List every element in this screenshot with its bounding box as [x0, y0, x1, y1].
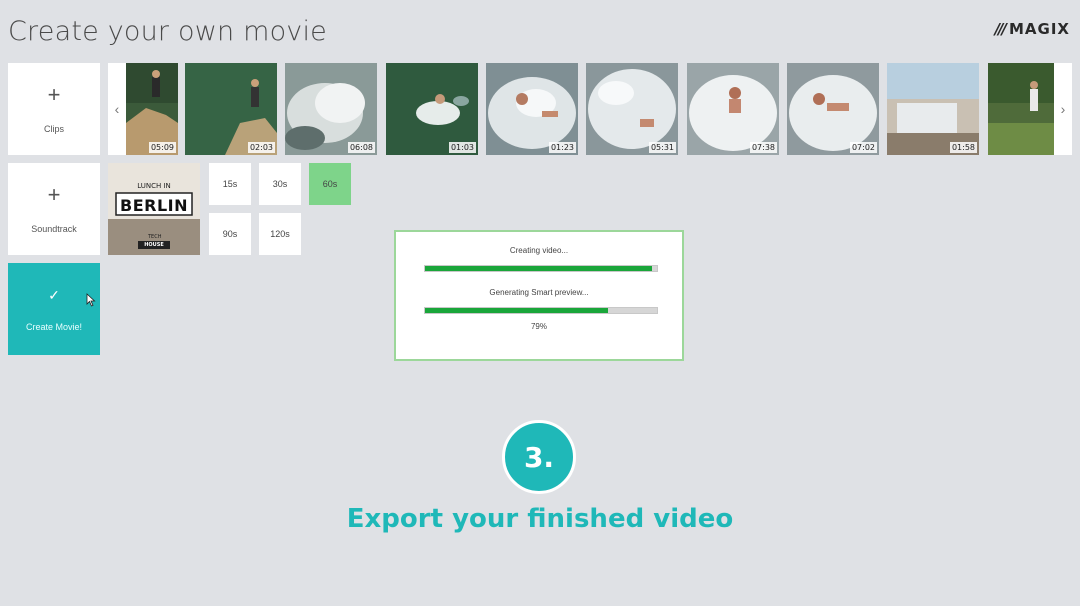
plus-icon: +	[47, 182, 61, 207]
duration-120s-button[interactable]: 120s	[259, 213, 301, 255]
duration-label: 120s	[270, 229, 290, 239]
soundtrack-cover-title: BERLIN	[120, 196, 188, 215]
duration-label: 15s	[222, 179, 238, 189]
clips-next-button[interactable]: ›	[1054, 63, 1072, 155]
clip-duration: 01:23	[548, 142, 576, 153]
logo-text: MAGIX	[1009, 20, 1070, 38]
clip-duration: 07:38	[749, 142, 777, 153]
plus-icon: +	[47, 82, 61, 107]
smart-preview-progress-bar	[424, 307, 658, 314]
soundtrack-label: Soundtrack	[31, 224, 77, 234]
clip-duration: 05:31	[648, 142, 676, 153]
clips-label: Clips	[43, 124, 64, 134]
page-title: Create your own movie	[8, 16, 327, 47]
soundtrack-cover-top-text: LUNCH IN	[137, 182, 171, 190]
create-movie-label: Create Movie!	[25, 321, 83, 332]
duration-15s-button[interactable]: 15s	[209, 163, 251, 205]
clip-duration: 07:02	[849, 142, 877, 153]
clip-duration: 06:08	[347, 142, 375, 153]
mouse-cursor-icon	[86, 293, 96, 310]
creating-video-progress-fill	[425, 266, 653, 271]
step-number-badge: 3.	[502, 420, 576, 494]
add-clips-button[interactable]: + Clips	[8, 63, 100, 155]
step-number: 3.	[523, 440, 555, 474]
clip-thumbnail-4[interactable]: 01:03	[386, 63, 478, 155]
clip-thumbnail-2[interactable]: 02:03	[185, 63, 277, 155]
soundtrack-cover-sub: HOUSE	[144, 242, 164, 248]
smart-preview-progress-fill	[425, 308, 609, 313]
soundtrack-cover[interactable]: LUNCH IN BERLIN TECH HOUSE	[108, 163, 200, 255]
logo-mark-icon: ///	[994, 20, 1008, 38]
progress-percent: 79%	[530, 322, 547, 331]
clip-duration: 01:58	[949, 142, 977, 153]
clips-prev-button[interactable]: ‹	[108, 63, 126, 155]
smart-preview-label: Generating Smart preview...	[489, 288, 589, 297]
clip-thumbnail-10[interactable]	[988, 63, 1054, 155]
duration-60s-button[interactable]: 60s	[309, 163, 351, 205]
duration-label: 30s	[272, 179, 288, 189]
creating-video-label: Creating video...	[509, 246, 569, 255]
chevron-left-icon: ‹	[114, 101, 120, 117]
duration-90s-button[interactable]: 90s	[209, 213, 251, 255]
clip-thumbnail-6[interactable]: 05:31	[586, 63, 678, 155]
clip-thumbnail-1[interactable]: 05:09	[126, 63, 178, 155]
export-progress-dialog: Creating video... Generating Smart previ…	[394, 230, 684, 361]
duration-label: 60s	[322, 179, 338, 189]
creating-video-progress-bar	[424, 265, 658, 272]
clip-duration: 01:03	[448, 142, 476, 153]
soundtrack-cover-tag: TECH	[148, 234, 162, 240]
clip-thumbnail-7[interactable]: 07:38	[687, 63, 779, 155]
chevron-right-icon: ›	[1060, 101, 1066, 117]
clip-thumbnail-8[interactable]: 07:02	[787, 63, 879, 155]
clip-thumbnail-3[interactable]: 06:08	[285, 63, 377, 155]
clip-thumbnail-5[interactable]: 01:23	[486, 63, 578, 155]
duration-30s-button[interactable]: 30s	[259, 163, 301, 205]
clip-duration: 02:03	[247, 142, 275, 153]
magix-logo: /// MAGIX	[995, 20, 1070, 38]
duration-label: 90s	[222, 229, 238, 239]
clip-thumbnail-9[interactable]: 01:58	[887, 63, 979, 155]
clip-image-10	[988, 63, 1054, 155]
clip-duration: 05:09	[148, 142, 176, 153]
step-caption: Export your finished video	[346, 504, 734, 534]
check-icon: ✓	[48, 286, 60, 303]
add-soundtrack-button[interactable]: + Soundtrack	[8, 163, 100, 255]
